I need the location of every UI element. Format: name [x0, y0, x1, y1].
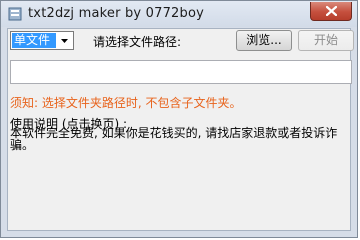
- close-icon: [326, 6, 337, 16]
- window-title: txt2dzj maker by 0772boy: [28, 6, 205, 21]
- app-window: txt2dzj maker by 0772boy 单文件 请选择文件路径: 浏览…: [0, 0, 358, 238]
- path-label: 请选择文件路径:: [93, 35, 182, 49]
- app-icon: [8, 7, 22, 21]
- usage-text: 本软件完全免费, 如果你是花钱买的, 请找店家退款或者投诉诈骗。: [10, 126, 338, 152]
- main-panel: 单文件 请选择文件路径: 浏览... 开始 须知: 选择文件夹路径时, 不包含子…: [7, 28, 354, 231]
- chevron-down-icon[interactable]: [57, 33, 72, 48]
- title-bar[interactable]: txt2dzj maker by 0772boy: [1, 1, 357, 27]
- start-button[interactable]: 开始: [298, 30, 354, 51]
- mode-selected-value: 单文件: [12, 33, 56, 48]
- notice-text: 须知: 选择文件夹路径时, 不包含子文件夹。: [10, 96, 242, 110]
- browse-button[interactable]: 浏览...: [236, 30, 292, 51]
- path-input[interactable]: [10, 60, 352, 84]
- mode-select[interactable]: 单文件: [10, 31, 74, 50]
- close-button[interactable]: [310, 2, 352, 21]
